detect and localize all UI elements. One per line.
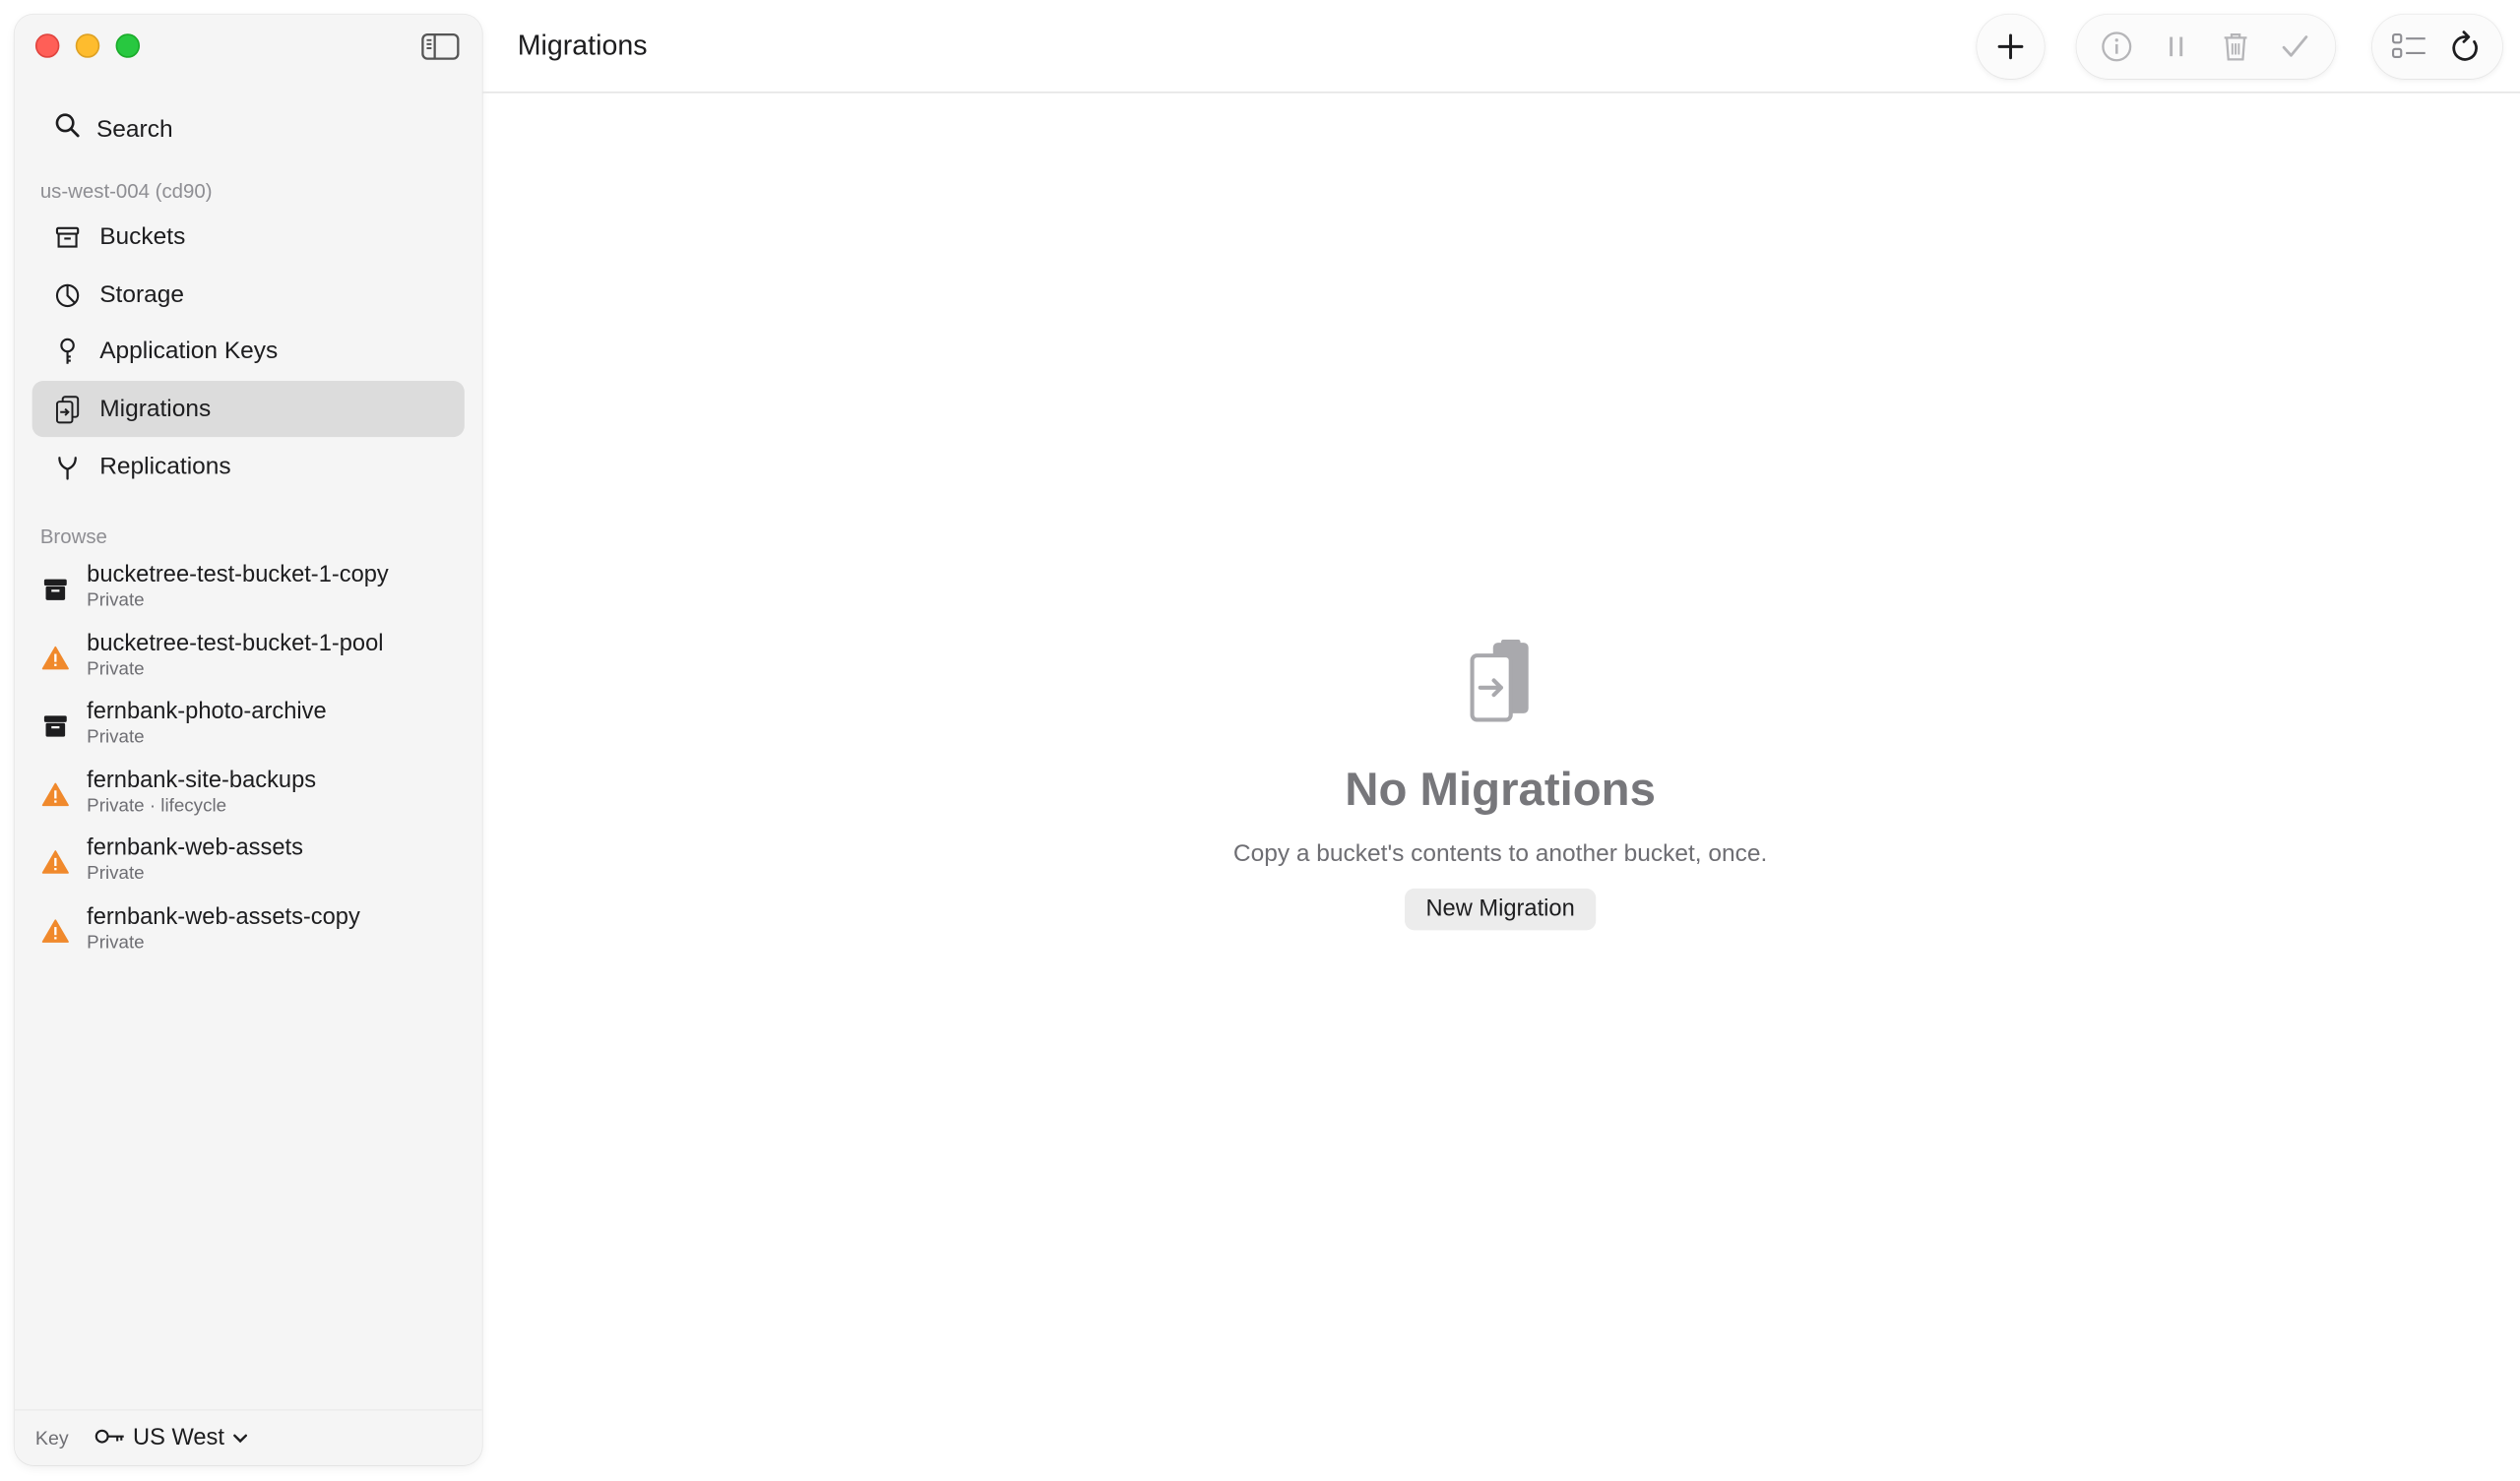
warning-icon (41, 645, 69, 672)
browse-section-label: Browse (39, 525, 107, 548)
sidebar-footer: Key US West (14, 1408, 482, 1466)
sidebar: Search us-west-004 (cd90) Buckets Storag… (14, 14, 482, 1466)
page-title: Migrations (517, 29, 648, 62)
bucket-name: fernbank-site-backups (87, 768, 317, 794)
sidebar-item-label: Storage (99, 280, 185, 309)
toolbar-add-group (1977, 14, 2045, 80)
refresh-button[interactable] (2437, 20, 2492, 75)
region-selector[interactable]: US West (94, 1425, 247, 1450)
chevron-down-icon (232, 1425, 247, 1450)
empty-state-title: No Migrations (1345, 765, 1656, 817)
sidebar-item-label: Buckets (99, 222, 186, 251)
key-icon (53, 337, 81, 365)
search-label: Search (95, 114, 173, 143)
sidebar-item-storage[interactable]: Storage (32, 267, 465, 323)
bucket-subtitle: Private (87, 590, 145, 611)
sidebar-item-migrations[interactable]: Migrations (32, 380, 465, 438)
migration-icon (53, 395, 81, 423)
archive-icon (41, 576, 69, 603)
zoom-window-button[interactable] (115, 33, 141, 58)
bucket-name: fernbank-web-assets-copy (87, 904, 360, 931)
archive-icon (41, 711, 69, 739)
sidebar-item-label: Migrations (99, 395, 212, 423)
header-divider (481, 92, 2520, 93)
bucket-item[interactable]: bucketree-test-bucket-1-copy Private (41, 561, 463, 622)
sidebar-toggle-icon[interactable] (421, 32, 460, 61)
bucket-item[interactable]: fernbank-web-assets Private (41, 833, 463, 895)
account-section-label: us-west-004 (cd90) (39, 179, 213, 203)
empty-state: No Migrations Copy a bucket's contents t… (1125, 639, 1875, 931)
bucket-name: fernbank-photo-archive (87, 699, 327, 725)
search-field[interactable]: Search (32, 104, 467, 153)
search-icon (55, 112, 81, 145)
bucket-subtitle: Private (87, 864, 145, 884)
key-label: Key (34, 1426, 69, 1450)
trash-button[interactable] (2209, 20, 2264, 75)
checkmark-button[interactable] (2268, 20, 2323, 75)
bucket-subtitle: Private (87, 933, 145, 954)
sidebar-item-buckets[interactable]: Buckets (32, 209, 465, 265)
window-controls (34, 33, 141, 58)
sidebar-item-application-keys[interactable]: Application Keys (32, 323, 465, 379)
bucket-item[interactable]: fernbank-site-backups Private · lifecycl… (41, 767, 463, 828)
empty-state-description: Copy a bucket's contents to another buck… (1232, 839, 1768, 868)
pie-chart-icon (53, 281, 81, 309)
add-button[interactable] (1984, 20, 2039, 75)
info-button[interactable] (2089, 20, 2144, 75)
close-window-button[interactable] (34, 33, 60, 58)
new-migration-button[interactable]: New Migration (1405, 888, 1596, 931)
warning-icon (41, 917, 69, 945)
migration-icon (1462, 639, 1539, 723)
bucket-item[interactable]: bucketree-test-bucket-1-pool Private (41, 630, 463, 691)
pause-button[interactable] (2149, 20, 2204, 75)
toolbar-actions-group (2076, 14, 2336, 80)
toolbar-view-group (2371, 14, 2503, 80)
bucket-item[interactable]: fernbank-photo-archive Private (41, 698, 463, 759)
sidebar-item-label: Replications (99, 453, 231, 481)
bucket-subtitle: Private (87, 727, 145, 748)
sidebar-item-replications[interactable]: Replications (32, 439, 465, 495)
bucket-name: bucketree-test-bucket-1-pool (87, 631, 384, 657)
archive-box-icon (53, 223, 81, 251)
bucket-subtitle: Private · lifecycle (87, 796, 227, 817)
warning-icon (41, 848, 69, 876)
key-icon (94, 1425, 125, 1450)
fork-icon (53, 453, 81, 480)
warning-icon (41, 780, 69, 808)
sidebar-item-label: Application Keys (99, 337, 279, 365)
bucket-name: bucketree-test-bucket-1-copy (87, 562, 389, 588)
bucket-name: fernbank-web-assets (87, 835, 303, 862)
bucket-subtitle: Private (87, 660, 145, 680)
region-label: US West (133, 1425, 224, 1451)
bucket-item[interactable]: fernbank-web-assets-copy Private (41, 903, 463, 964)
minimize-window-button[interactable] (75, 33, 100, 58)
list-filter-button[interactable] (2382, 20, 2437, 75)
